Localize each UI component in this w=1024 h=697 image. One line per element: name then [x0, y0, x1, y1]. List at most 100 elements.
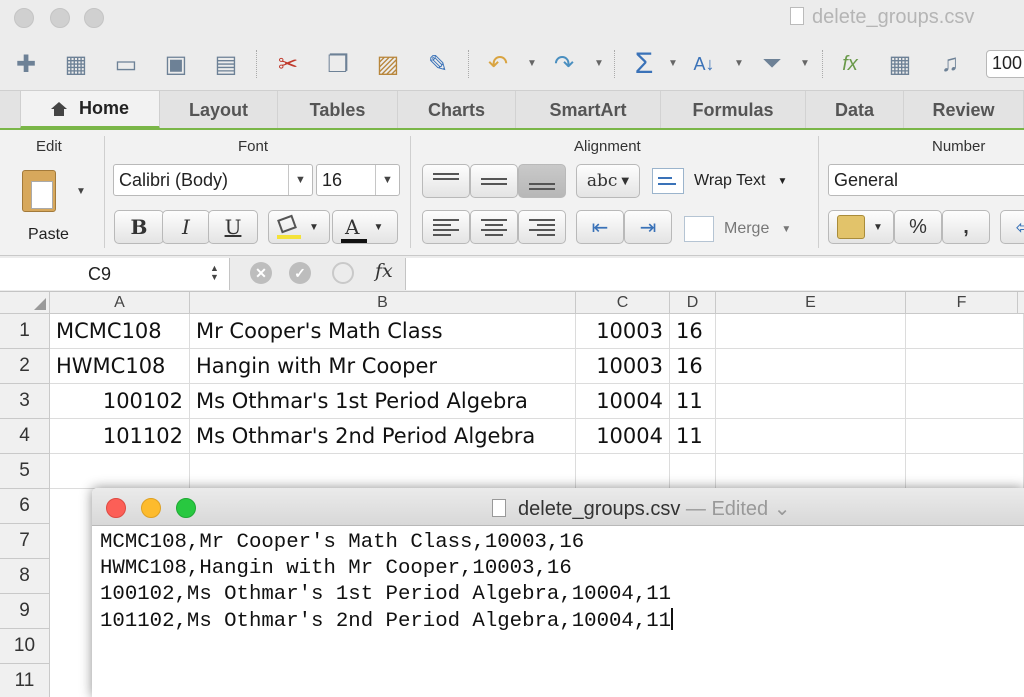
bold-button[interactable]: B [114, 210, 164, 244]
autosum-icon[interactable]: Σ [628, 47, 660, 80]
row-header[interactable]: 4 [0, 419, 50, 454]
zoom-button[interactable] [84, 8, 104, 28]
close-button[interactable] [14, 8, 34, 28]
confirm-icon[interactable]: ✓ [289, 262, 311, 284]
decrease-indent-button[interactable]: ⇤ [576, 210, 624, 244]
row-header[interactable]: 6 [0, 489, 50, 524]
cell-d1[interactable]: 16 [670, 314, 716, 349]
wrap-text-button[interactable]: Wrap Text ▼ [652, 166, 804, 196]
number-format-dropdown[interactable]: General [828, 164, 1024, 196]
cell-e3[interactable] [716, 384, 906, 419]
align-middle-button[interactable] [470, 164, 518, 198]
undo-icon[interactable]: ↶ [482, 48, 514, 80]
column-header-next[interactable] [1018, 292, 1024, 314]
column-header-b[interactable]: B [190, 292, 576, 314]
textedit-title[interactable]: delete_groups.csv — Edited ⌄ [492, 496, 790, 521]
tab-smartart[interactable]: SmartArt [516, 91, 661, 129]
redo-icon[interactable]: ↷ [548, 48, 580, 80]
gallery-icon[interactable]: ▦ [60, 48, 92, 80]
cell-d4[interactable]: 11 [670, 419, 716, 454]
filter-chevron-down-icon[interactable]: ▼ [800, 58, 810, 69]
row-header[interactable]: 9 [0, 594, 50, 629]
cell-b1[interactable]: Mr Cooper's Math Class [190, 314, 576, 349]
cell-a5[interactable] [50, 454, 190, 489]
tab-tables[interactable]: Tables [278, 91, 398, 129]
tab-formulas[interactable]: Formulas [661, 91, 806, 129]
cell-a4[interactable]: 101102 [50, 419, 190, 454]
merge-button[interactable]: Merge ▼ [684, 214, 808, 244]
format-painter-icon[interactable]: ✎ [422, 48, 454, 80]
cell-b3[interactable]: Ms Othmar's 1st Period Algebra [190, 384, 576, 419]
formula-input[interactable] [405, 258, 1024, 290]
zoom-field[interactable]: 100 [986, 50, 1024, 78]
column-header-f[interactable]: F [906, 292, 1018, 314]
cut-icon[interactable]: ✂ [272, 48, 304, 80]
row-header[interactable]: 2 [0, 349, 50, 384]
align-center-button[interactable] [470, 210, 518, 244]
cell-c2[interactable]: 10003 [576, 349, 670, 384]
row-header[interactable]: 3 [0, 384, 50, 419]
cell-a3[interactable]: 100102 [50, 384, 190, 419]
cell-c5[interactable] [576, 454, 670, 489]
print-icon[interactable]: ▤ [210, 48, 242, 80]
paste-chevron-down-icon[interactable]: ▼ [76, 186, 86, 197]
cell-e5[interactable] [716, 454, 906, 489]
cancel-icon[interactable]: ✕ [250, 262, 272, 284]
new-icon[interactable]: ✚ [10, 48, 42, 80]
font-name-dropdown[interactable]: Calibri (Body) ▼ [113, 164, 313, 196]
undo-chevron-down-icon[interactable]: ▼ [527, 58, 537, 69]
cell-e4[interactable] [716, 419, 906, 454]
cell-d3[interactable]: 11 [670, 384, 716, 419]
column-header-d[interactable]: D [670, 292, 716, 314]
cell-e1[interactable] [716, 314, 906, 349]
column-header-c[interactable]: C [576, 292, 670, 314]
row-header[interactable]: 10 [0, 629, 50, 664]
textedit-title-bar[interactable]: delete_groups.csv — Edited ⌄ [92, 488, 1024, 526]
tab-review[interactable]: Review [904, 91, 1024, 129]
autosum-chevron-down-icon[interactable]: ▼ [668, 58, 678, 69]
textedit-content[interactable]: MCMC108,Mr Cooper's Math Class,10003,16 H… [100, 530, 674, 635]
copy-icon[interactable]: ❐ [322, 48, 354, 80]
cell-c3[interactable]: 10004 [576, 384, 670, 419]
align-right-button[interactable] [518, 210, 566, 244]
filter-icon[interactable]: ⏷ [756, 48, 788, 80]
row-header[interactable]: 5 [0, 454, 50, 489]
accounting-format-button[interactable]: ▼ [828, 210, 894, 244]
cell-e2[interactable] [716, 349, 906, 384]
column-header-e[interactable]: E [716, 292, 906, 314]
align-left-button[interactable] [422, 210, 470, 244]
textedit-minimize-button[interactable] [141, 498, 161, 518]
underline-button[interactable]: U [208, 210, 258, 244]
row-header[interactable]: 1 [0, 314, 50, 349]
fill-color-button[interactable]: ▼ [268, 210, 330, 244]
font-color-button[interactable]: A ▼ [332, 210, 398, 244]
align-bottom-button[interactable] [518, 164, 566, 198]
media-icon[interactable]: ♫ [934, 48, 966, 80]
cell-f4[interactable] [906, 419, 1024, 454]
sort-icon[interactable]: A↓ [688, 48, 720, 80]
cell-f2[interactable] [906, 349, 1024, 384]
paste-icon[interactable]: ▨ [372, 48, 404, 80]
row-header[interactable]: 11 [0, 664, 50, 697]
cell-d2[interactable]: 16 [670, 349, 716, 384]
paste-button[interactable]: ▼ Paste [16, 164, 90, 250]
font-size-dropdown[interactable]: 16 ▼ [316, 164, 400, 196]
row-header[interactable]: 8 [0, 559, 50, 594]
redo-chevron-down-icon[interactable]: ▼ [594, 58, 604, 69]
cell-f3[interactable] [906, 384, 1024, 419]
function-icon[interactable]: fx [375, 260, 393, 282]
toolbox-icon[interactable]: ▦ [884, 48, 916, 80]
comma-button[interactable]: , [942, 210, 990, 244]
increase-indent-button[interactable]: ⇥ [624, 210, 672, 244]
cell-a1[interactable]: MCMC108 [50, 314, 190, 349]
tab-data[interactable]: Data [806, 91, 904, 129]
cell-b4[interactable]: Ms Othmar's 2nd Period Algebra [190, 419, 576, 454]
column-header-a[interactable]: A [50, 292, 190, 314]
row-header[interactable]: 7 [0, 524, 50, 559]
cell-a2[interactable]: HWMC108 [50, 349, 190, 384]
decrease-decimal-button[interactable]: ⇦ [1000, 210, 1024, 244]
name-box[interactable]: C9 [0, 258, 230, 290]
textedit-close-button[interactable] [106, 498, 126, 518]
cell-b5[interactable] [190, 454, 576, 489]
select-all-corner[interactable] [0, 292, 50, 314]
